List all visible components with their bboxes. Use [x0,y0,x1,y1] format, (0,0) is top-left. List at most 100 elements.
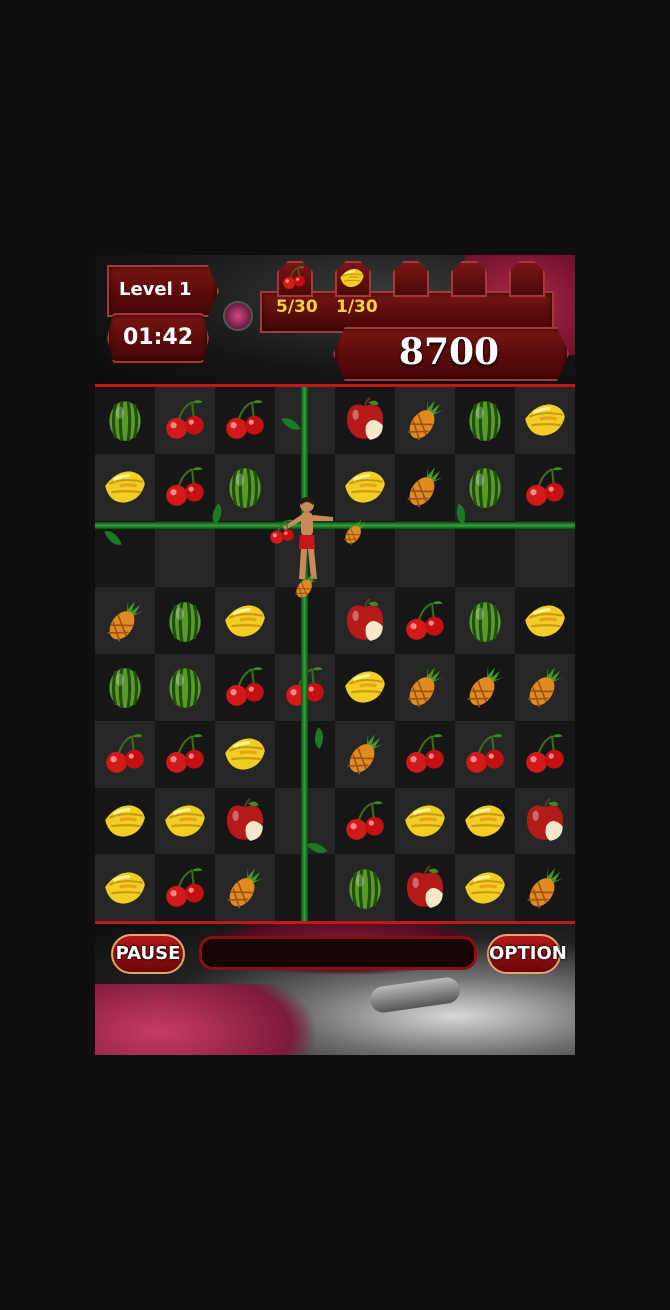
board-cell[interactable] [335,387,395,454]
cherry-icon[interactable] [395,721,455,788]
pineapple-icon[interactable] [335,721,395,788]
board-cell[interactable] [335,787,395,855]
board-cell[interactable] [455,854,515,921]
starfruit-icon[interactable] [95,788,155,855]
starfruit-icon[interactable] [455,788,515,855]
pineapple-icon[interactable] [395,654,455,721]
starfruit-icon[interactable] [395,788,455,855]
board-cell[interactable] [515,720,575,788]
pineapple-icon[interactable] [455,654,515,721]
pineapple-icon[interactable] [395,387,455,454]
watermelon-icon[interactable] [95,387,155,454]
board-cell[interactable] [215,587,275,654]
board-cell[interactable] [455,654,515,721]
board-cell[interactable] [215,654,275,721]
board-cell[interactable] [95,453,155,521]
board-cell[interactable] [455,387,515,454]
board-cell[interactable] [455,787,515,855]
board-cell[interactable] [395,787,455,855]
board-cell[interactable] [215,720,275,788]
board-cell[interactable] [155,453,215,521]
apple-icon[interactable] [215,788,275,855]
board-cell[interactable] [335,453,395,521]
board-cell[interactable] [455,587,515,654]
board-cell[interactable] [395,453,455,521]
watermelon-icon[interactable] [335,854,395,921]
board-cell[interactable] [155,787,215,855]
watermelon-icon[interactable] [215,454,275,521]
board-cell[interactable] [395,520,455,588]
apple-icon[interactable] [515,788,575,855]
board-cell[interactable] [455,720,515,788]
starfruit-icon[interactable] [215,721,275,788]
board-cell[interactable] [335,587,395,654]
cherry-icon[interactable] [515,454,575,521]
cherry-icon[interactable] [515,721,575,788]
board-cell[interactable] [215,520,275,588]
watermelon-icon[interactable] [455,387,515,454]
board-cell[interactable] [215,453,275,521]
cherry-icon[interactable] [155,387,215,454]
pause-button[interactable]: PAUSE [111,934,185,974]
starfruit-icon[interactable] [95,454,155,521]
board-cell[interactable] [95,720,155,788]
board-cell[interactable] [95,387,155,454]
board-cell[interactable] [515,453,575,521]
board-cell[interactable] [335,720,395,788]
game-board[interactable] [95,387,575,921]
cherry-icon[interactable] [155,854,215,921]
board-cell[interactable] [155,854,215,921]
board-cell[interactable] [155,720,215,788]
pineapple-icon[interactable] [395,454,455,521]
starfruit-icon[interactable] [335,454,395,521]
pineapple-icon[interactable] [515,654,575,721]
board-cell[interactable] [515,520,575,588]
board-cell[interactable] [515,787,575,855]
cherry-icon[interactable] [155,454,215,521]
board-cell[interactable] [95,587,155,654]
board-cell[interactable] [155,387,215,454]
apple-icon[interactable] [335,387,395,454]
board-cell[interactable] [395,720,455,788]
watermelon-icon[interactable] [155,654,215,721]
board-cell[interactable] [515,387,575,454]
starfruit-icon[interactable] [515,387,575,454]
board-cell[interactable] [155,654,215,721]
board-cell[interactable] [395,854,455,921]
cherry-icon[interactable] [155,721,215,788]
cherry-icon[interactable] [215,654,275,721]
board-cell[interactable] [95,787,155,855]
board-cell[interactable] [215,387,275,454]
starfruit-icon[interactable] [335,654,395,721]
board-cell[interactable] [155,587,215,654]
board-cell[interactable] [95,654,155,721]
board-cell[interactable] [455,520,515,588]
board-cell[interactable] [395,587,455,654]
board-cell[interactable] [155,520,215,588]
cherry-icon[interactable] [215,387,275,454]
starfruit-icon[interactable] [95,854,155,921]
starfruit-icon[interactable] [455,854,515,921]
pineapple-icon[interactable] [515,854,575,921]
apple-icon[interactable] [395,854,455,921]
pineapple-icon[interactable] [95,587,155,654]
board-cell[interactable] [515,654,575,721]
board-cell[interactable] [335,654,395,721]
option-button[interactable]: OPTION [487,934,567,974]
cherry-icon[interactable] [395,587,455,654]
starfruit-icon[interactable] [155,788,215,855]
watermelon-icon[interactable] [455,587,515,654]
starfruit-icon[interactable] [215,587,275,654]
board-cell[interactable] [215,787,275,855]
cherry-icon[interactable] [455,721,515,788]
starfruit-icon[interactable] [515,587,575,654]
apple-icon[interactable] [335,587,395,654]
cherry-icon[interactable] [95,721,155,788]
pineapple-icon[interactable] [215,854,275,921]
board-cell[interactable] [215,854,275,921]
board-cell[interactable] [95,854,155,921]
watermelon-icon[interactable] [95,654,155,721]
board-cell[interactable] [395,387,455,454]
watermelon-icon[interactable] [155,587,215,654]
board-cell[interactable] [515,854,575,921]
